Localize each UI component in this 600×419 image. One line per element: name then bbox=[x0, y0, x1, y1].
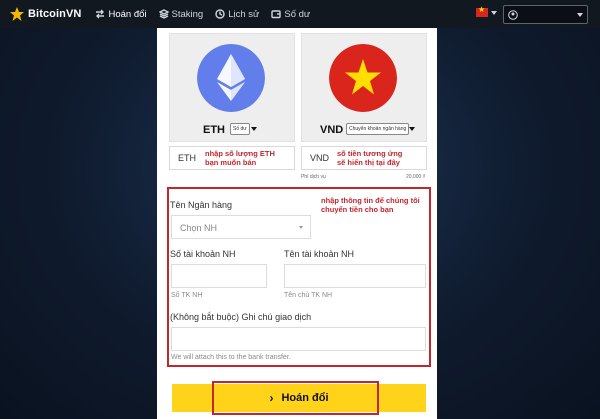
to-method-select[interactable]: Chuyển khoản ngân hàng bbox=[346, 123, 410, 135]
chevron-down-icon bbox=[409, 127, 415, 131]
history-icon bbox=[215, 9, 225, 19]
to-amount-annotation: số tiền tương ứng sẽ hiển thị tại đây bbox=[337, 149, 403, 167]
memo-input[interactable] bbox=[171, 327, 426, 351]
service-fee-label: Phí dịch vụ bbox=[301, 174, 326, 180]
account-name-input[interactable] bbox=[284, 264, 426, 288]
swap-icon bbox=[96, 9, 105, 19]
bank-name-label: Tên Ngân hàng bbox=[170, 200, 233, 210]
swap-submit-label: Hoán đổi bbox=[281, 392, 329, 404]
chevron-down-icon bbox=[299, 226, 303, 229]
to-coin-code: VND bbox=[320, 124, 344, 136]
nav-swap-label: Hoán đổi bbox=[108, 8, 147, 20]
language-selector[interactable] bbox=[476, 5, 497, 17]
brand-logo[interactable]: BitcoinVN bbox=[10, 7, 81, 21]
memo-hint: We will attach this to the bank transfer… bbox=[171, 354, 291, 361]
ethereum-icon bbox=[197, 44, 265, 112]
nav-balance-label: Số dư bbox=[284, 8, 311, 20]
to-amount-code: VND bbox=[310, 153, 330, 163]
account-number-label: Số tài khoản NH bbox=[170, 249, 236, 259]
user-icon bbox=[508, 9, 518, 20]
nav-swap[interactable]: Hoán đổi bbox=[95, 8, 147, 20]
account-number-input[interactable] bbox=[171, 264, 267, 288]
top-nav: BitcoinVN Hoán đổi Staking Lịch sử Số dư bbox=[0, 0, 600, 28]
nav-staking-label: Staking bbox=[171, 8, 204, 20]
nav-staking[interactable]: Staking bbox=[158, 8, 204, 20]
nav-history[interactable]: Lịch sử bbox=[215, 9, 259, 20]
chevron-down-icon bbox=[491, 10, 497, 15]
account-name-label: Tên tài khoản NH bbox=[284, 249, 355, 259]
memo-label: (Không bắt buộc) Ghi chú giao dịch bbox=[170, 312, 312, 322]
wallet-icon bbox=[271, 10, 282, 19]
chevron-down-icon bbox=[251, 127, 257, 131]
bank-annotation: nhập thông tin để chúng tôi chuyển tiền c… bbox=[321, 196, 420, 214]
chevron-right-icon: › bbox=[269, 391, 274, 405]
from-amount-code: ETH bbox=[178, 153, 196, 163]
account-menu[interactable] bbox=[503, 5, 588, 24]
swap-submit-button[interactable]: › Hoán đổi bbox=[172, 384, 426, 412]
bank-select[interactable]: Chọn NH bbox=[171, 215, 311, 239]
vietnam-flag-icon bbox=[476, 5, 488, 17]
account-number-hint: Số TK NH bbox=[171, 292, 203, 299]
nav-history-label: Lịch sử bbox=[228, 8, 260, 20]
layers-icon bbox=[158, 9, 169, 19]
to-coin-card[interactable]: VND Chuyển khoản ngân hàng bbox=[301, 33, 427, 142]
from-source-select[interactable]: Số dư bbox=[230, 123, 250, 135]
account-name-hint: Tên chủ TK NH bbox=[284, 292, 333, 299]
bitcoinvn-logo-icon bbox=[10, 7, 24, 21]
brand-name: BitcoinVN bbox=[28, 8, 82, 20]
nav-balance[interactable]: Số dư bbox=[271, 9, 310, 20]
bank-select-placeholder: Chọn NH bbox=[180, 223, 218, 233]
from-coin-card[interactable]: ETH Số dư bbox=[169, 33, 295, 142]
chevron-down-icon bbox=[577, 13, 583, 17]
service-fee-value: 20,000 ₫ bbox=[406, 174, 426, 180]
vietnam-flag-coin-icon bbox=[329, 44, 397, 112]
from-amount-annotation: nhập số lượng ETH bạn muốn bán bbox=[205, 149, 275, 167]
from-coin-code: ETH bbox=[203, 124, 225, 136]
